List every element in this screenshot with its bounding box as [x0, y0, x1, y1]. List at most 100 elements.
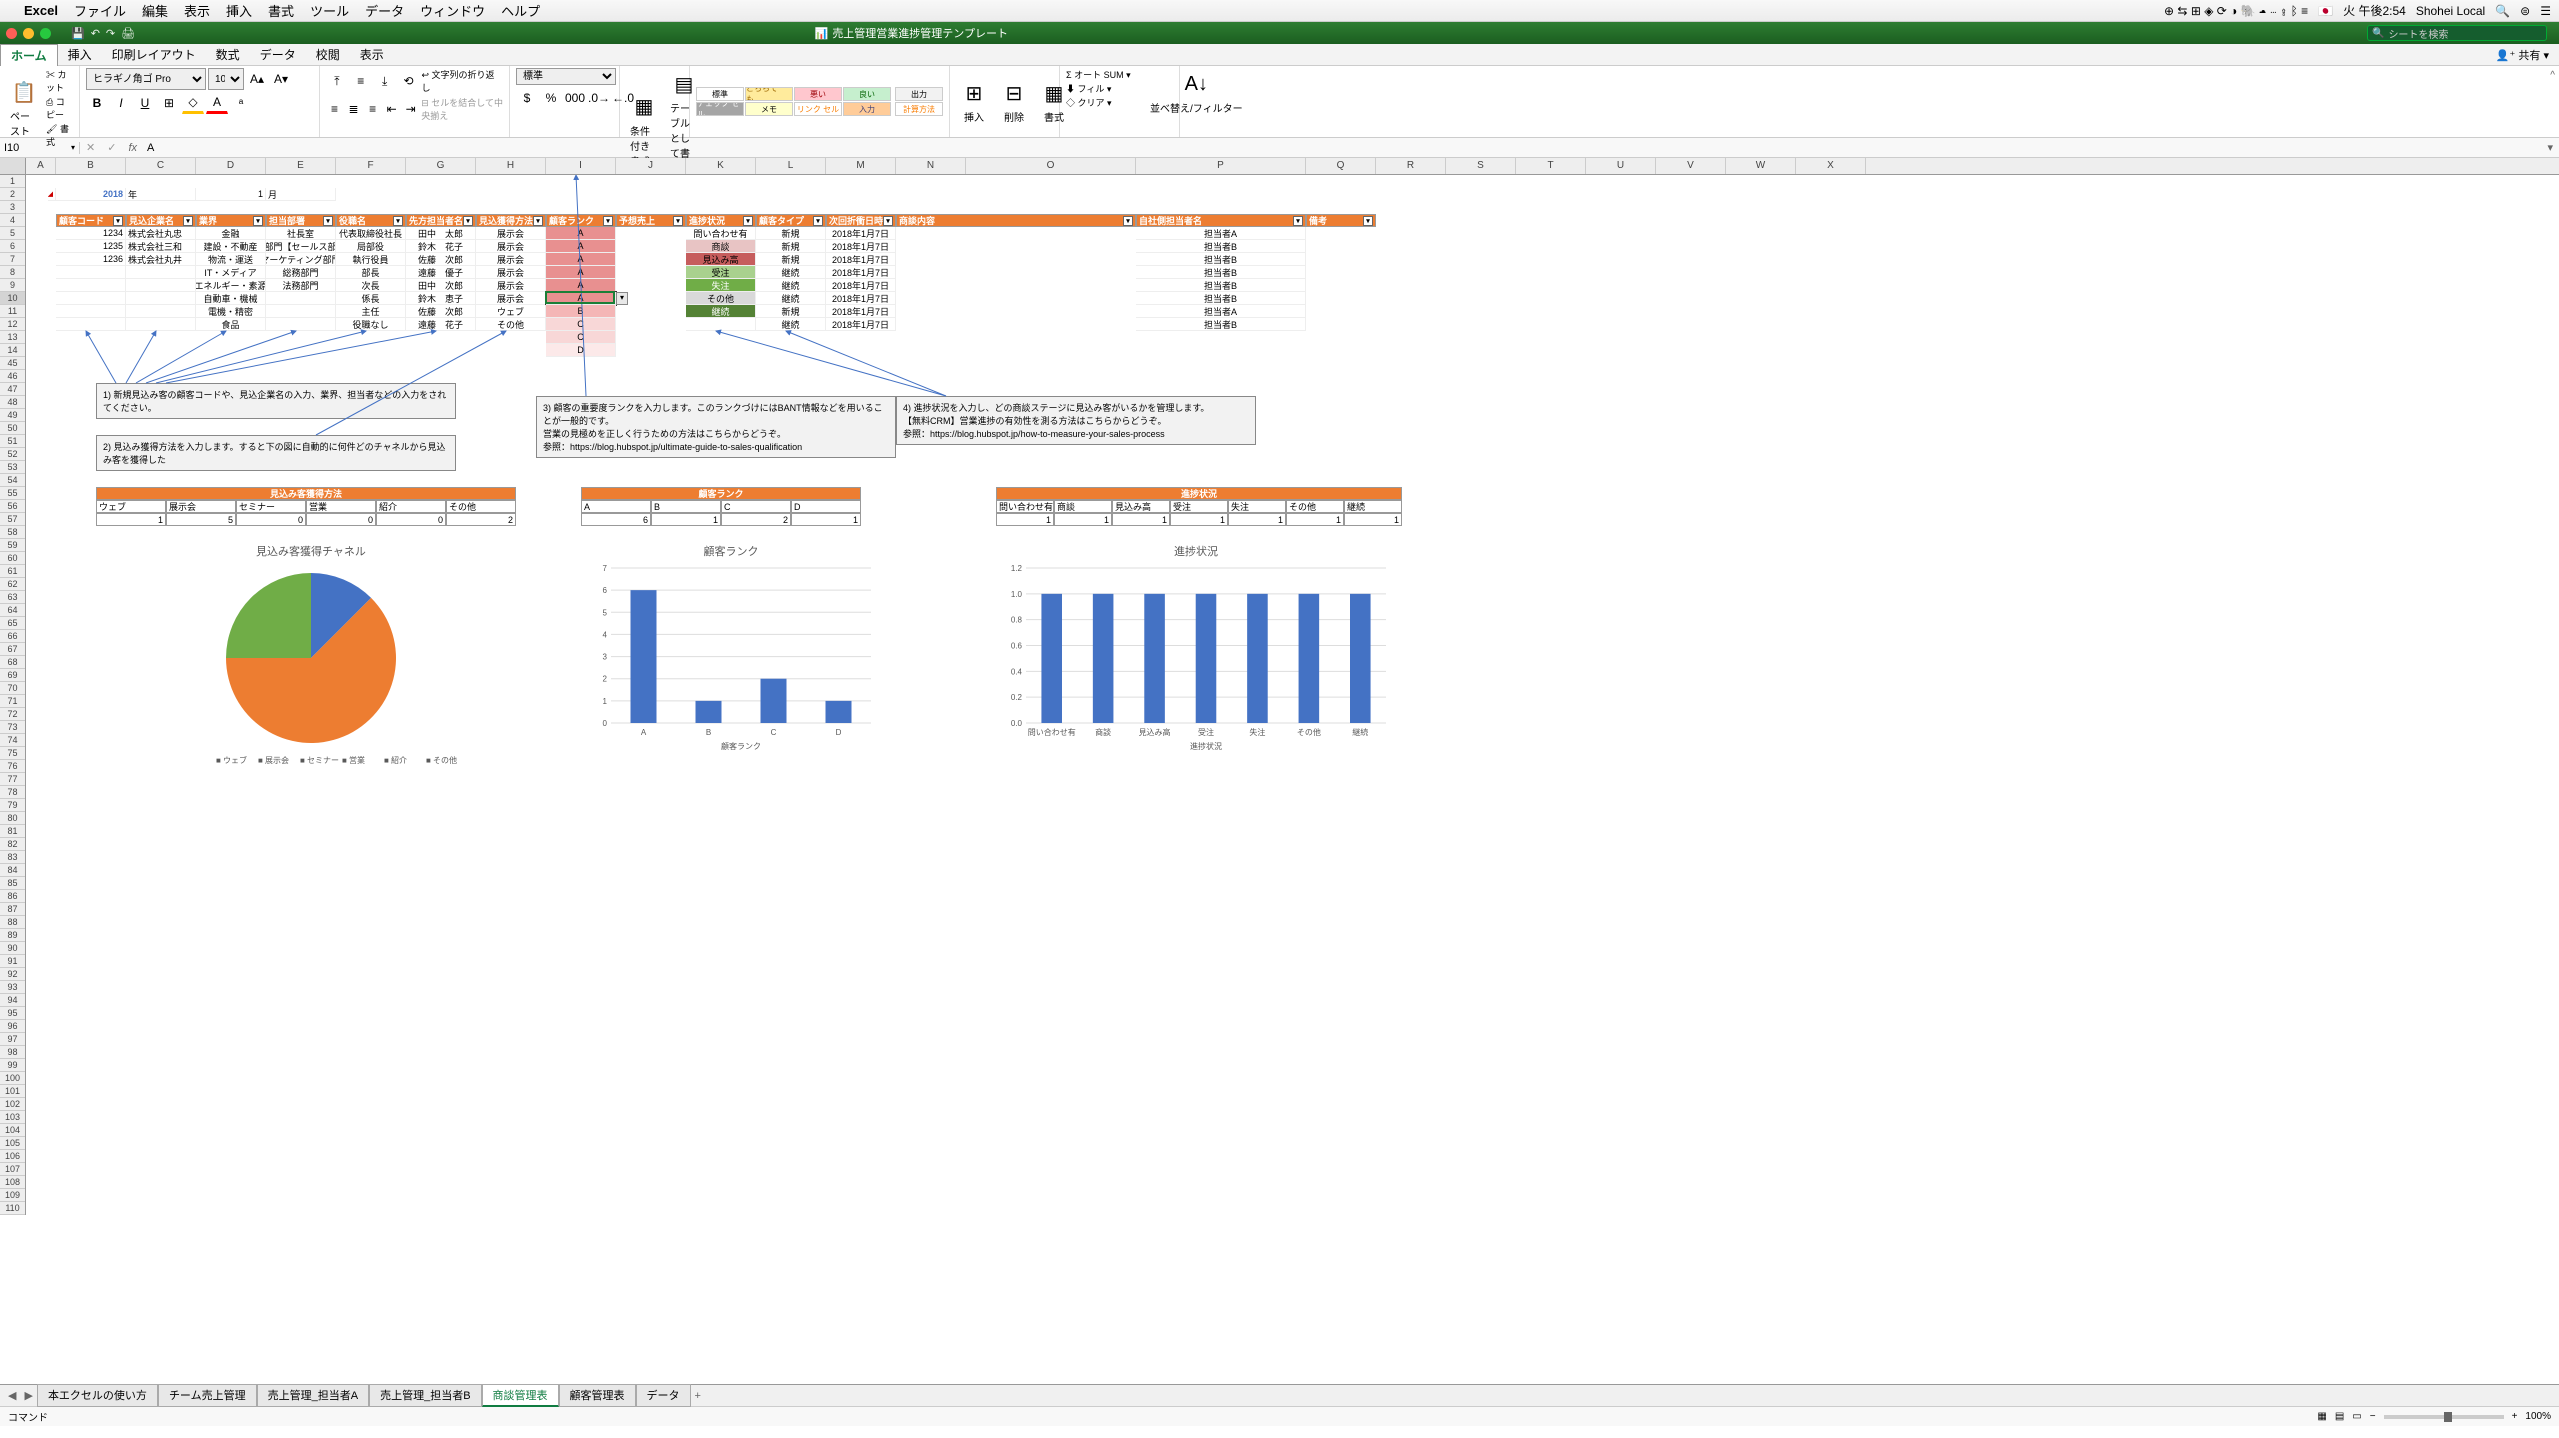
cell[interactable] — [56, 318, 126, 331]
filter-icon[interactable]: ▾ — [1293, 216, 1303, 226]
share-button[interactable]: 👤⁺ 共有 ▾ — [2496, 47, 2549, 63]
maximize-icon[interactable] — [40, 28, 51, 39]
save-icon[interactable]: 💾 — [71, 27, 85, 40]
cell[interactable]: 佐藤 次郎 — [406, 253, 476, 266]
control-center-icon[interactable]: ⊜ — [2520, 4, 2530, 18]
add-sheet-icon[interactable]: + — [691, 1390, 705, 1402]
tab-formulas[interactable]: 数式 — [206, 44, 250, 65]
clear-button[interactable]: ◇ クリア ▾ — [1066, 96, 1112, 109]
cell[interactable] — [266, 292, 336, 305]
minimize-icon[interactable] — [23, 28, 34, 39]
col-header[interactable]: G — [406, 158, 476, 174]
app-name[interactable]: Excel — [24, 3, 58, 18]
border-icon[interactable]: ⊞ — [158, 92, 180, 114]
zoom-slider[interactable] — [2384, 1415, 2504, 1419]
cell[interactable]: 営業部門【セールス部門】 — [266, 240, 336, 253]
phonetic-icon[interactable]: ᵃ — [230, 92, 252, 114]
cut-button[interactable]: ✂ カット — [46, 68, 73, 94]
indent-inc-icon[interactable]: ⇥ — [402, 98, 419, 120]
filter-icon[interactable]: ▾ — [463, 216, 473, 226]
sheet-tab[interactable]: 本エクセルの使い方 — [37, 1384, 158, 1407]
tab-prev-icon[interactable]: ▶ — [20, 1389, 36, 1402]
cell[interactable]: 展示会 — [476, 227, 546, 240]
filter-icon[interactable]: ▾ — [1123, 216, 1133, 226]
merge-button[interactable]: ⊟ セルを結合して中央揃え — [421, 96, 503, 122]
cell[interactable]: A — [546, 227, 616, 240]
cell[interactable]: 次長 — [336, 279, 406, 292]
col-header[interactable]: D — [196, 158, 266, 174]
wrap-text-button[interactable]: ↩ 文字列の折り返し — [422, 68, 504, 94]
cell-grid[interactable]: 2018◢年1月顧客コード▾見込企業名▾業界▾担当部署▾役職名▾先方担当者名▾見… — [26, 175, 2559, 1215]
col-header[interactable]: F — [336, 158, 406, 174]
font-size-selector[interactable]: 10 — [208, 68, 244, 90]
zoom-in-icon[interactable]: + — [2512, 1411, 2518, 1422]
tab-review[interactable]: 校閲 — [306, 44, 350, 65]
cell[interactable]: 月 — [266, 188, 336, 201]
sheet-tab[interactable]: チーム売上管理 — [158, 1384, 257, 1407]
cell[interactable]: A — [546, 292, 616, 305]
font-selector[interactable]: ヒラギノ角ゴ Pro — [86, 68, 206, 90]
cell[interactable]: 2018年1月7日 — [826, 305, 896, 318]
cell[interactable]: ウェブ — [476, 305, 546, 318]
cell[interactable]: 1236 — [56, 253, 126, 266]
cell[interactable]: 社長室 — [266, 227, 336, 240]
align-top-icon[interactable]: ⤒ — [326, 70, 348, 92]
menu-data[interactable]: データ — [365, 1, 404, 20]
column-headers[interactable]: ABCDEFGHIJKLMNOPQRSTUVWX — [0, 158, 2559, 175]
clock[interactable]: 火 午後2:54 — [2343, 2, 2406, 19]
cell[interactable]: 役職なし — [336, 318, 406, 331]
cell[interactable]: 継続 — [756, 292, 826, 305]
cell[interactable]: 見込み高 — [686, 253, 756, 266]
cell[interactable]: 株式会社三和 — [126, 240, 196, 253]
cell[interactable]: C — [546, 331, 616, 344]
fx-icon[interactable]: fx — [122, 142, 143, 154]
cell[interactable] — [126, 305, 196, 318]
menu-window[interactable]: ウィンドウ — [420, 1, 485, 20]
orientation-icon[interactable]: ⟲ — [398, 70, 420, 92]
cell[interactable]: 展示会 — [476, 292, 546, 305]
col-header[interactable]: U — [1586, 158, 1656, 174]
input-source-icon[interactable]: 🇯🇵 — [2318, 4, 2333, 18]
view-normal-icon[interactable]: ▦ — [2317, 1411, 2326, 1422]
tab-view[interactable]: 表示 — [350, 44, 394, 65]
fill-button[interactable]: ⬇ フィル ▾ — [1066, 82, 1111, 95]
col-header[interactable]: R — [1376, 158, 1446, 174]
col-header[interactable]: K — [686, 158, 756, 174]
cell[interactable]: 担当者B — [1136, 253, 1306, 266]
fill-color-icon[interactable]: ◇ — [182, 92, 204, 114]
cell[interactable] — [56, 292, 126, 305]
select-all-corner[interactable] — [0, 158, 26, 174]
filter-icon[interactable]: ▾ — [113, 216, 123, 226]
progress-table-title[interactable]: 進捗状況 — [996, 487, 1402, 500]
tab-layout[interactable]: 印刷レイアウト — [102, 44, 206, 65]
cell[interactable]: 顧客タイプ▾ — [756, 214, 826, 227]
cell[interactable] — [126, 279, 196, 292]
cell[interactable]: 顧客コード▾ — [56, 214, 126, 227]
cell[interactable]: 業界▾ — [196, 214, 266, 227]
cell[interactable]: 株式会社丸忠 — [126, 227, 196, 240]
cell[interactable]: 主任 — [336, 305, 406, 318]
italic-icon[interactable]: I — [110, 92, 132, 114]
cell[interactable]: 局部役 — [336, 240, 406, 253]
cell[interactable]: 継続 — [756, 318, 826, 331]
cell[interactable]: 1234 — [56, 227, 126, 240]
cell[interactable]: A — [546, 240, 616, 253]
menu-help[interactable]: ヘルプ — [501, 1, 540, 20]
col-header[interactable]: C — [126, 158, 196, 174]
cell[interactable]: 見込企業名▾ — [126, 214, 196, 227]
cell[interactable]: その他 — [686, 292, 756, 305]
filter-icon[interactable]: ▾ — [883, 216, 893, 226]
cell[interactable]: 法務部門 — [266, 279, 336, 292]
cell[interactable]: 自社側担当者名▾ — [1136, 214, 1306, 227]
progress-bar-chart[interactable]: 進捗状況0.00.20.40.60.81.01.2問い合わせ有商談見込み高受注失… — [996, 539, 1396, 749]
col-header[interactable]: M — [826, 158, 896, 174]
menu-tools[interactable]: ツール — [310, 1, 349, 20]
sheet-tab[interactable]: 売上管理_担当者B — [369, 1384, 481, 1407]
cell[interactable]: 新規 — [756, 240, 826, 253]
comma-icon[interactable]: 000 — [564, 87, 586, 109]
print-icon[interactable]: 🖨 — [121, 27, 135, 40]
col-header[interactable]: N — [896, 158, 966, 174]
bold-icon[interactable]: B — [86, 92, 108, 114]
cell[interactable]: 先方担当者名▾ — [406, 214, 476, 227]
cell[interactable]: 2018年1月7日 — [826, 318, 896, 331]
